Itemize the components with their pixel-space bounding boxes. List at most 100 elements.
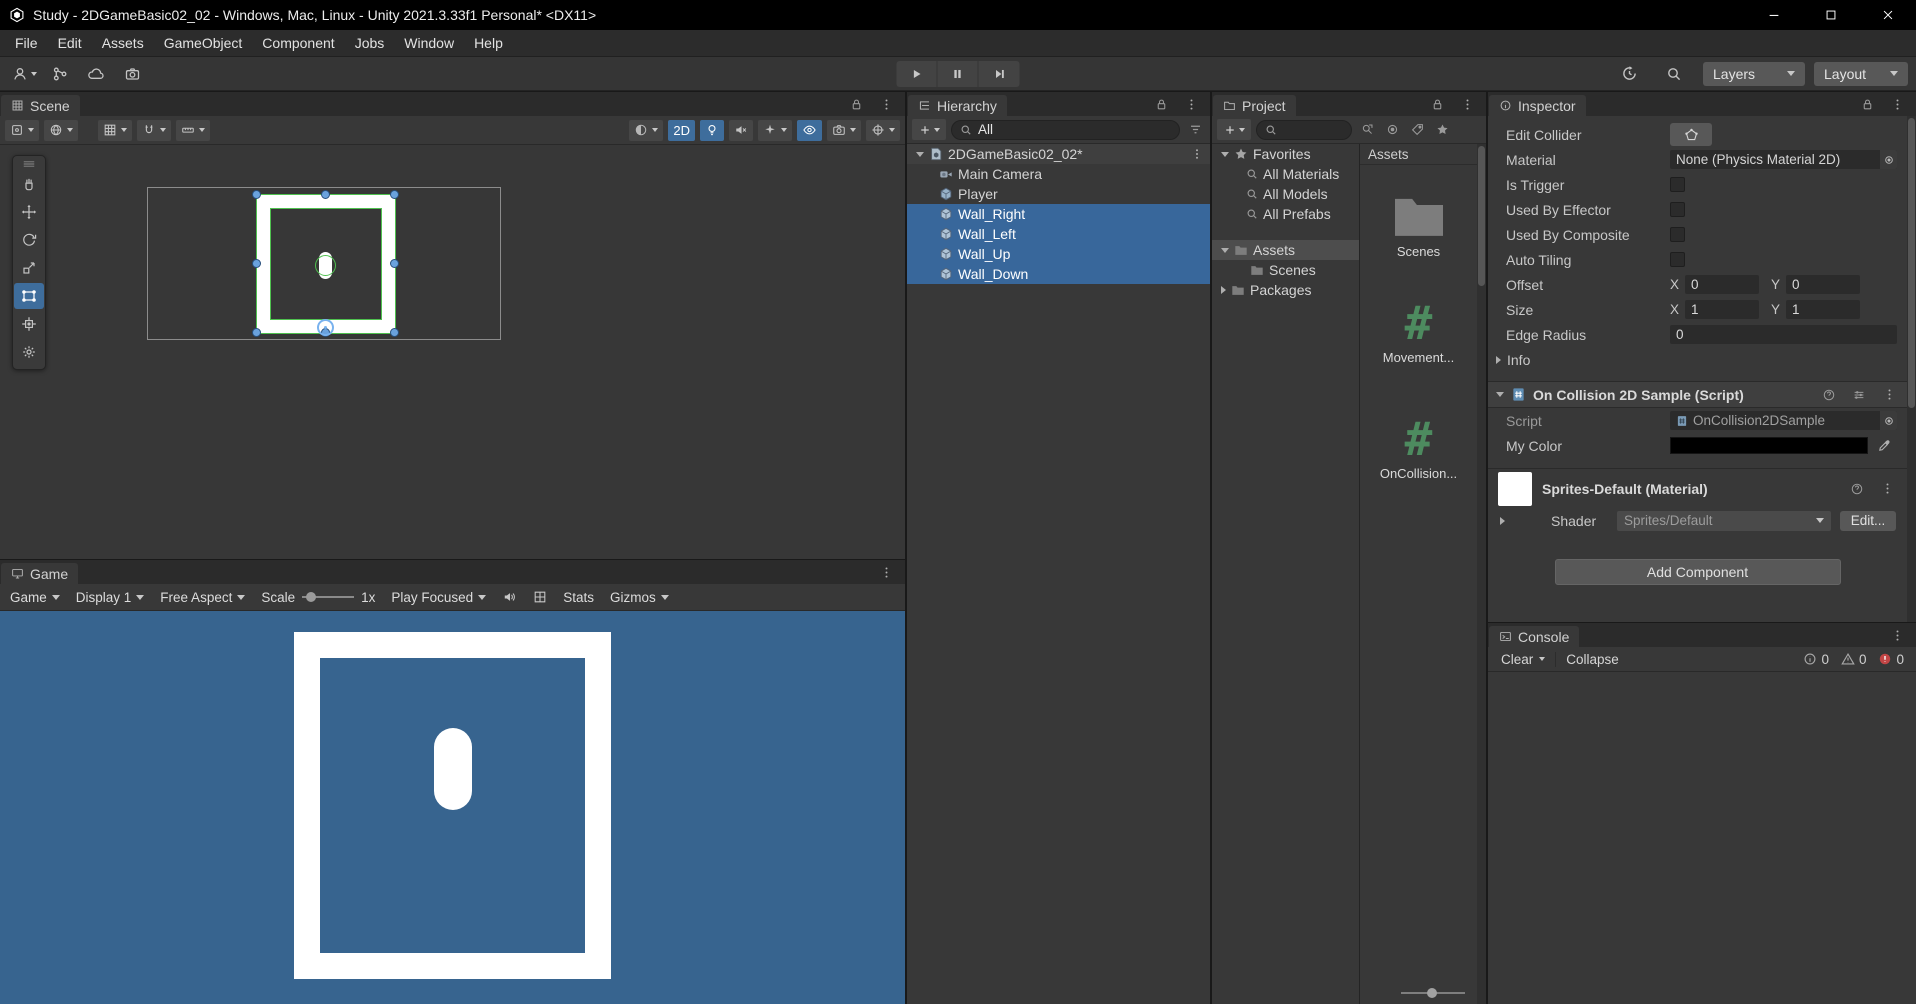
game-viewport[interactable]: [0, 611, 905, 1004]
tab-game[interactable]: Game: [1, 563, 79, 584]
gizmos-dropdown[interactable]: [866, 119, 900, 141]
pivot-gizmo[interactable]: [317, 319, 334, 336]
tab-hierarchy[interactable]: Hierarchy: [908, 95, 1007, 116]
vsync-toggle[interactable]: [525, 584, 555, 610]
menu-assets[interactable]: Assets: [92, 35, 154, 51]
favorite-all-models[interactable]: All Models: [1212, 184, 1359, 204]
material-object-field[interactable]: None (Physics Material 2D): [1670, 150, 1897, 169]
warning-count-toggle[interactable]: 0: [1835, 652, 1873, 667]
game-display-mode-dropdown[interactable]: Game: [2, 584, 68, 610]
shader-dropdown[interactable]: Sprites/Default: [1617, 510, 1831, 531]
tab-console[interactable]: Console: [1489, 626, 1580, 647]
error-count-toggle[interactable]: 0: [1872, 652, 1910, 667]
is-trigger-checkbox[interactable]: [1670, 177, 1685, 192]
project-scrollbar[interactable]: [1477, 144, 1486, 1004]
move-tool-button[interactable]: [14, 199, 44, 225]
menu-help[interactable]: Help: [464, 35, 513, 51]
tab-project[interactable]: Project: [1213, 95, 1296, 116]
panel-menu-icon[interactable]: [1887, 94, 1907, 114]
display-dropdown[interactable]: Display 1: [68, 584, 153, 610]
layout-dropdown[interactable]: Layout: [1814, 61, 1908, 86]
menu-window[interactable]: Window: [394, 35, 464, 51]
rect-handle-top-right[interactable]: [390, 190, 399, 199]
presets-icon[interactable]: [1849, 385, 1869, 405]
rect-tool-button[interactable]: [14, 283, 44, 309]
create-object-dropdown[interactable]: [912, 119, 946, 140]
lock-icon[interactable]: [1857, 94, 1877, 114]
console-log-area[interactable]: [1488, 672, 1916, 1004]
tool-settings-dropdown[interactable]: [5, 119, 39, 141]
thumbnail-zoom-thumb[interactable]: [1427, 988, 1437, 998]
maximize-button[interactable]: [1802, 0, 1859, 30]
step-button[interactable]: [978, 60, 1020, 87]
inspector-scrollbar-thumb[interactable]: [1908, 118, 1915, 408]
grid-visibility-dropdown[interactable]: [98, 119, 132, 141]
inspector-scrollbar[interactable]: [1907, 116, 1916, 622]
undo-history-button[interactable]: [1613, 61, 1645, 87]
foldout-closed-icon[interactable]: [1221, 286, 1226, 294]
scene-lighting-toggle[interactable]: [700, 119, 724, 141]
menu-edit[interactable]: Edit: [48, 35, 92, 51]
rect-handle-bottom-right[interactable]: [390, 328, 399, 337]
foldout-open-icon[interactable]: [916, 151, 924, 157]
info-count-toggle[interactable]: 0: [1797, 652, 1835, 667]
stats-toggle[interactable]: Stats: [555, 584, 602, 610]
snap-settings-dropdown[interactable]: [137, 119, 171, 141]
scale-slider-thumb[interactable]: [306, 592, 317, 602]
game-gizmos-dropdown[interactable]: Gizmos: [602, 584, 677, 610]
size-y-field[interactable]: 1: [1786, 300, 1861, 319]
lock-icon[interactable]: [1151, 94, 1171, 114]
menu-component[interactable]: Component: [252, 35, 344, 51]
open-search-icon[interactable]: [1357, 120, 1377, 140]
focus-mode-dropdown[interactable]: Play Focused: [383, 584, 494, 610]
capture-button[interactable]: [116, 61, 148, 87]
handle-rotation-dropdown[interactable]: [44, 119, 78, 141]
scene-camera-dropdown[interactable]: [827, 119, 861, 141]
custom-tool-button[interactable]: [14, 339, 44, 365]
foldout-open-icon[interactable]: [1221, 151, 1229, 157]
create-asset-dropdown[interactable]: [1217, 119, 1251, 140]
scene-viewport[interactable]: [0, 145, 905, 559]
effects-dropdown[interactable]: [758, 119, 792, 141]
menu-file[interactable]: File: [5, 35, 48, 51]
account-dropdown[interactable]: [8, 61, 40, 87]
eyedropper-icon[interactable]: [1877, 438, 1892, 453]
scene-menu-icon[interactable]: [1191, 148, 1210, 160]
snap-increment-dropdown[interactable]: [176, 119, 210, 141]
component-menu-icon[interactable]: [1879, 385, 1899, 405]
search-button[interactable]: [1658, 61, 1690, 87]
favorites-star-icon[interactable]: [1432, 120, 1452, 140]
object-picker-icon[interactable]: [1880, 150, 1897, 169]
hierarchy-item-wall-up[interactable]: Wall_Up: [907, 244, 1210, 264]
offset-y-field[interactable]: 0: [1786, 275, 1861, 294]
auto-tiling-checkbox[interactable]: [1670, 252, 1685, 267]
scale-slider[interactable]: [302, 592, 355, 602]
layers-dropdown[interactable]: Layers: [1703, 61, 1805, 86]
panel-menu-icon[interactable]: [1181, 94, 1201, 114]
favorite-all-prefabs[interactable]: All Prefabs: [1212, 204, 1359, 224]
scene-visibility-toggle[interactable]: [797, 119, 822, 141]
hierarchy-search-input[interactable]: All: [951, 119, 1180, 140]
asset-item-scenes[interactable]: Scenes: [1360, 192, 1477, 259]
used-by-composite-checkbox[interactable]: [1670, 227, 1685, 242]
menu-jobs[interactable]: Jobs: [345, 35, 395, 51]
view-tool-button[interactable]: [14, 171, 44, 197]
menu-gameobject[interactable]: GameObject: [154, 35, 253, 51]
version-control-button[interactable]: [44, 61, 76, 87]
panel-menu-icon[interactable]: [1887, 625, 1907, 645]
component-menu-icon[interactable]: [1877, 479, 1897, 499]
2d-mode-toggle[interactable]: 2D: [668, 119, 695, 141]
panel-menu-icon[interactable]: [876, 94, 896, 114]
project-scrollbar-thumb[interactable]: [1478, 146, 1485, 286]
panel-menu-icon[interactable]: [1457, 94, 1477, 114]
filter-type-icon[interactable]: [1382, 120, 1402, 140]
scale-tool-button[interactable]: [14, 255, 44, 281]
hierarchy-item-wall-left[interactable]: Wall_Left: [907, 224, 1210, 244]
scene-root-row[interactable]: 2DGameBasic02_02*: [907, 144, 1210, 164]
info-foldout-row[interactable]: Info: [1488, 347, 1907, 372]
foldout-open-icon[interactable]: [1221, 247, 1229, 253]
hierarchy-item-wall-down[interactable]: Wall_Down: [907, 264, 1210, 284]
assets-folder-row[interactable]: Assets: [1212, 240, 1359, 260]
edit-collider-button[interactable]: [1670, 123, 1712, 146]
asset-item-oncollision[interactable]: # OnCollision...: [1360, 416, 1477, 481]
